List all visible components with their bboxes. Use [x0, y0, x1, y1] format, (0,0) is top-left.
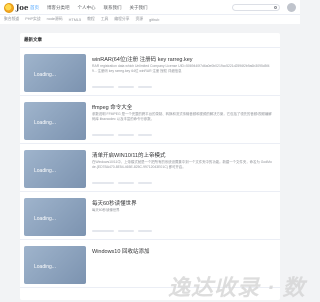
nav-item-home[interactable]: 首页: [30, 5, 39, 11]
avatar[interactable]: [287, 3, 296, 12]
meta-placeholder: [118, 230, 134, 232]
loading-text: Loading...: [34, 216, 56, 222]
nav-item-about[interactable]: 关于我们: [130, 5, 148, 11]
list-item[interactable]: Loading... 清单开启WIN10/11的上帝模式 在Windows10/…: [20, 144, 280, 192]
article-thumbnail[interactable]: Loading...: [24, 150, 86, 188]
meta-placeholder: [92, 182, 114, 184]
article-title[interactable]: Windows10 回收站添加: [92, 247, 149, 255]
section-title: 最新文章: [20, 33, 280, 48]
list-item[interactable]: Loading... winRAR(64位)注册 注册码 key rarreg.…: [20, 48, 280, 96]
article-meta: [92, 85, 268, 89]
loading-text: Loading...: [34, 72, 56, 78]
article-title[interactable]: 清单开启WIN10/11的上帝模式: [92, 151, 166, 159]
list-item[interactable]: Loading... ffmpeg 命令大全 参数说明 FFMPEG 是一个完整…: [20, 96, 280, 144]
subnav-item[interactable]: 编程分享: [114, 17, 129, 22]
subnav-item[interactable]: 教程: [87, 17, 95, 22]
list-item[interactable]: Loading... 每天60秒读懂世界 每天60秒读懂世界: [20, 192, 280, 240]
meta-placeholder: [118, 134, 134, 136]
list-item[interactable]: Loading... Windows10 回收站添加: [20, 240, 280, 288]
main-nav: 首页 博客分类吧 个人中心 联系我们 关于我们: [30, 0, 156, 15]
meta-placeholder: [92, 134, 114, 136]
nav-item-profile[interactable]: 个人中心: [78, 5, 96, 11]
search-input[interactable]: [232, 4, 280, 11]
loading-text: Loading...: [34, 120, 56, 126]
subnav-item[interactable]: node源码: [47, 17, 63, 22]
article-excerpt: 在Windows10/11中，上帝模式就是一个把所有的系统设置集中到一个文件夹中…: [92, 160, 272, 169]
subnav-item[interactable]: PHP实战: [25, 17, 40, 22]
meta-placeholder: [138, 134, 152, 136]
meta-placeholder: [138, 86, 152, 88]
top-header: Joe 首页 博客分类吧 个人中心 联系我们 关于我们: [0, 0, 300, 15]
meta-placeholder: [118, 86, 134, 88]
site-logo[interactable]: Joe: [4, 2, 28, 13]
loading-text: Loading...: [34, 168, 56, 174]
subnav-item[interactable]: 工具: [101, 17, 109, 22]
article-thumbnail[interactable]: Loading...: [24, 102, 86, 140]
subnav-item[interactable]: 聚合频道: [4, 17, 19, 22]
article-thumbnail[interactable]: Loading...: [24, 54, 86, 92]
logo-text: Joe: [16, 3, 29, 12]
loading-text: Loading...: [34, 264, 56, 270]
sub-nav: 聚合频道 PHP实战 node源码 HTML5 教程 工具 编程分享 资源 gi…: [0, 15, 300, 24]
article-meta: [92, 133, 268, 137]
subnav-item[interactable]: github: [149, 18, 159, 22]
nav-item-contact[interactable]: 联系我们: [104, 5, 122, 11]
article-meta: [92, 181, 268, 185]
article-thumbnail[interactable]: Loading...: [24, 246, 86, 284]
nav-item-categories[interactable]: 博客分类吧: [47, 5, 70, 11]
article-title[interactable]: 每天60秒读懂世界: [92, 199, 137, 207]
subnav-item[interactable]: HTML5: [69, 18, 81, 22]
article-excerpt: RAR registration data which Unlimited Co…: [92, 64, 270, 73]
article-excerpt: 每天60秒读懂世界: [92, 208, 120, 212]
article-thumbnail[interactable]: Loading...: [24, 198, 86, 236]
meta-placeholder: [118, 182, 134, 184]
logo-icon: [4, 2, 14, 13]
search-icon[interactable]: [274, 6, 277, 9]
meta-placeholder: [138, 230, 152, 232]
meta-placeholder: [92, 86, 114, 88]
article-title[interactable]: ffmpeg 命令大全: [92, 103, 132, 111]
article-excerpt: 参数说明 FFMPEG 是一个完整的跨平台的录制、转换和流式传输音频和视频的解决…: [92, 112, 272, 121]
article-title[interactable]: winRAR(64位)注册 注册码 key rarreg.key: [92, 55, 193, 63]
article-meta: [92, 229, 268, 233]
subnav-item[interactable]: 资源: [135, 17, 143, 22]
meta-placeholder: [92, 230, 114, 232]
article-list: 最新文章 Loading... winRAR(64位)注册 注册码 key ra…: [20, 33, 280, 300]
meta-placeholder: [138, 182, 152, 184]
